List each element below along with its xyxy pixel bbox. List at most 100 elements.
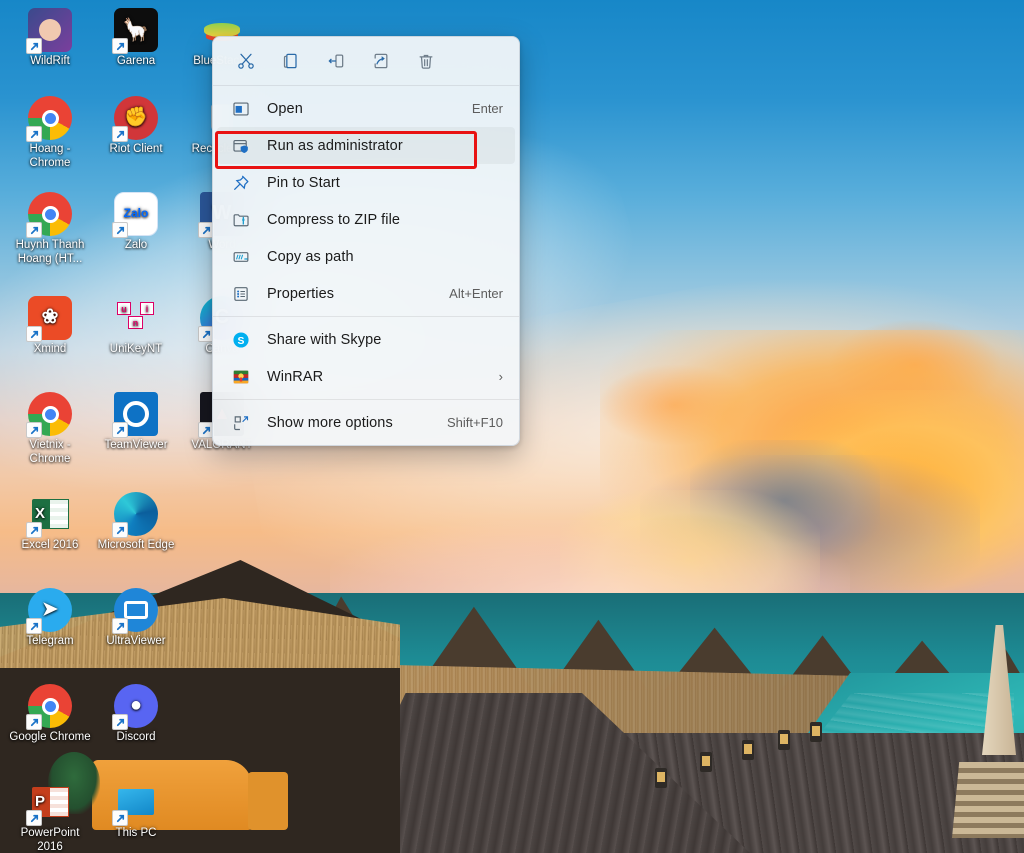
menu-item-label: Open	[267, 100, 303, 117]
desktop-icon-huynh-thanh-hoang-ht[interactable]: Huynh Thanh Hoang (HT...	[8, 192, 92, 266]
desktop-icon-excel-2016[interactable]: X Excel 2016	[8, 492, 92, 553]
menu-item-properties[interactable]: Properties Alt+Enter	[217, 275, 515, 312]
shortcut-arrow-icon	[26, 422, 42, 438]
desktop-icon-label: Hoang - Chrome	[29, 143, 71, 169]
desktop-icon-xmind[interactable]: ❀ Xmind	[8, 296, 92, 357]
desktop-icon-riot-client[interactable]: ✊ Riot Client	[94, 96, 178, 157]
desktop-icon-label: UniKeyNT	[109, 343, 163, 355]
menu-item-show-more-options[interactable]: Show more options Shift+F10	[217, 404, 515, 441]
chrome-profile-h-icon	[26, 192, 72, 238]
open-window-icon	[231, 99, 251, 119]
menu-item-run-as-administrator[interactable]: Run as administrator	[217, 127, 515, 164]
desktop-icon-label: Garena	[116, 55, 156, 67]
chrome-vietnix-icon	[26, 392, 72, 438]
shortcut-arrow-icon	[112, 810, 128, 826]
wallpaper-lantern	[810, 722, 822, 742]
menu-item-winrar[interactable]: WinRAR ›	[217, 358, 515, 395]
menu-item-shortcut: Alt+Enter	[449, 286, 503, 301]
share-icon[interactable]	[358, 44, 403, 78]
shortcut-arrow-icon	[112, 126, 128, 142]
desktop-icon-teamviewer[interactable]: TeamViewer	[94, 392, 178, 453]
garena-icon: 🦙	[112, 8, 158, 54]
wallpaper-steps	[952, 762, 1024, 838]
menu-item-pin-to-start[interactable]: Pin to Start	[217, 164, 515, 201]
desktop-icon-google-chrome[interactable]: Google Chrome	[8, 684, 92, 745]
desktop-icon-label: Vietnix - Chrome	[29, 439, 71, 465]
shortcut-arrow-icon	[112, 618, 128, 634]
svg-text:S: S	[238, 335, 245, 346]
menu-item-label: Properties	[267, 285, 335, 302]
shortcut-arrow-icon	[112, 714, 128, 730]
desktop-icon-label: Riot Client	[109, 143, 163, 155]
properties-icon	[231, 284, 251, 304]
menu-item-shortcut: Enter	[471, 101, 503, 116]
menu-item-copy-as-path[interactable]: Copy as path	[217, 238, 515, 275]
telegram-icon: ➤	[26, 588, 72, 634]
desktop-icon-label: PowerPoint 2016	[20, 827, 80, 853]
desktop-icon-garena[interactable]: 🦙 Garena	[94, 8, 178, 69]
shortcut-arrow-icon	[26, 222, 42, 238]
desktop-icon-hoang-chrome[interactable]: Hoang - Chrome	[8, 96, 92, 170]
menu-item-label: Compress to ZIP file	[267, 211, 401, 228]
desktop-icon-wildrift[interactable]: WildRift	[8, 8, 92, 69]
zip-folder-icon	[231, 210, 251, 230]
shield-admin-icon	[231, 136, 251, 156]
zalo-icon: Zalo	[112, 192, 158, 238]
desktop-icon-label: Xmind	[33, 343, 67, 355]
menu-group: Show more options Shift+F10	[213, 400, 519, 445]
context-menu-toolbar	[213, 37, 519, 85]
shortcut-arrow-icon	[26, 810, 42, 826]
shortcut-arrow-icon	[26, 618, 42, 634]
desktop-icon-telegram[interactable]: ➤ Telegram	[8, 588, 92, 649]
chrome-icon	[26, 684, 72, 730]
copy-icon[interactable]	[268, 44, 313, 78]
xmind-icon: ❀	[26, 296, 72, 342]
desktop-icon-vietnix-chrome[interactable]: Vietnix - Chrome	[8, 392, 92, 466]
powerpoint-icon: P	[26, 780, 72, 826]
menu-item-label: Pin to Start	[267, 174, 340, 191]
desktop-icon-label: TeamViewer	[104, 439, 168, 451]
chrome-profile-icon	[26, 96, 72, 142]
wallpaper-lantern	[700, 752, 712, 772]
edge-icon	[112, 492, 158, 538]
desktop-icon-label: Google Chrome	[9, 731, 91, 743]
rename-icon[interactable]	[313, 44, 358, 78]
desktop-icon-grid: WildRift🦙GarenaBlueStacksHoang - Chrome✊…	[0, 0, 253, 853]
context-menu[interactable]: Open Enter Run as administrator Pin to Star…	[212, 36, 520, 446]
chevron-right-icon: ›	[498, 369, 503, 384]
delete-icon[interactable]	[403, 44, 448, 78]
shortcut-arrow-icon	[26, 126, 42, 142]
menu-group: S Share with Skype WinRAR ›	[213, 317, 519, 399]
desktop-icon-this-pc[interactable]: This PC	[94, 780, 178, 841]
menu-item-compress-to-zip-file[interactable]: Compress to ZIP file	[217, 201, 515, 238]
desktop-icon-ultraviewer[interactable]: UltraViewer	[94, 588, 178, 649]
desktop-icon-label: Discord	[116, 731, 156, 743]
desktop-icon-powerpoint-2016[interactable]: P PowerPoint 2016	[8, 780, 92, 853]
show-more-icon	[231, 413, 251, 433]
desktop-icon-discord[interactable]: ● Discord	[94, 684, 178, 745]
skype-icon: S	[231, 330, 251, 350]
menu-item-label: Share with Skype	[267, 331, 382, 348]
wildrift-icon	[26, 8, 72, 54]
menu-group: Open Enter Run as administrator Pin to Star…	[213, 86, 519, 316]
desktop[interactable]: WildRift🦙GarenaBlueStacksHoang - Chrome✊…	[0, 0, 1024, 853]
cut-icon[interactable]	[223, 44, 268, 78]
shortcut-arrow-icon	[112, 522, 128, 538]
desktop-icon-label: Excel 2016	[21, 539, 79, 551]
context-menu-items: Open Enter Run as administrator Pin to Star…	[213, 86, 519, 445]
wallpaper-lantern	[655, 768, 667, 788]
menu-item-shortcut: Shift+F10	[446, 415, 503, 430]
desktop-icon-label: Zalo	[124, 239, 148, 251]
pin-icon	[231, 173, 251, 193]
wallpaper-lantern	[778, 730, 790, 750]
unikey-icon: uin	[114, 296, 158, 340]
menu-item-share-with-skype[interactable]: S Share with Skype	[217, 321, 515, 358]
desktop-icon-label: This PC	[115, 827, 157, 839]
desktop-icon-label: Huynh Thanh Hoang (HT...	[15, 239, 85, 265]
shortcut-arrow-icon	[112, 222, 128, 238]
menu-item-open[interactable]: Open Enter	[217, 90, 515, 127]
desktop-icon-label: Microsoft Edge	[97, 539, 175, 551]
desktop-icon-unikeynt[interactable]: u i n UniKeyNT	[94, 296, 178, 357]
desktop-icon-zalo[interactable]: Zalo Zalo	[94, 192, 178, 253]
desktop-icon-microsoft-edge[interactable]: Microsoft Edge	[94, 492, 178, 553]
